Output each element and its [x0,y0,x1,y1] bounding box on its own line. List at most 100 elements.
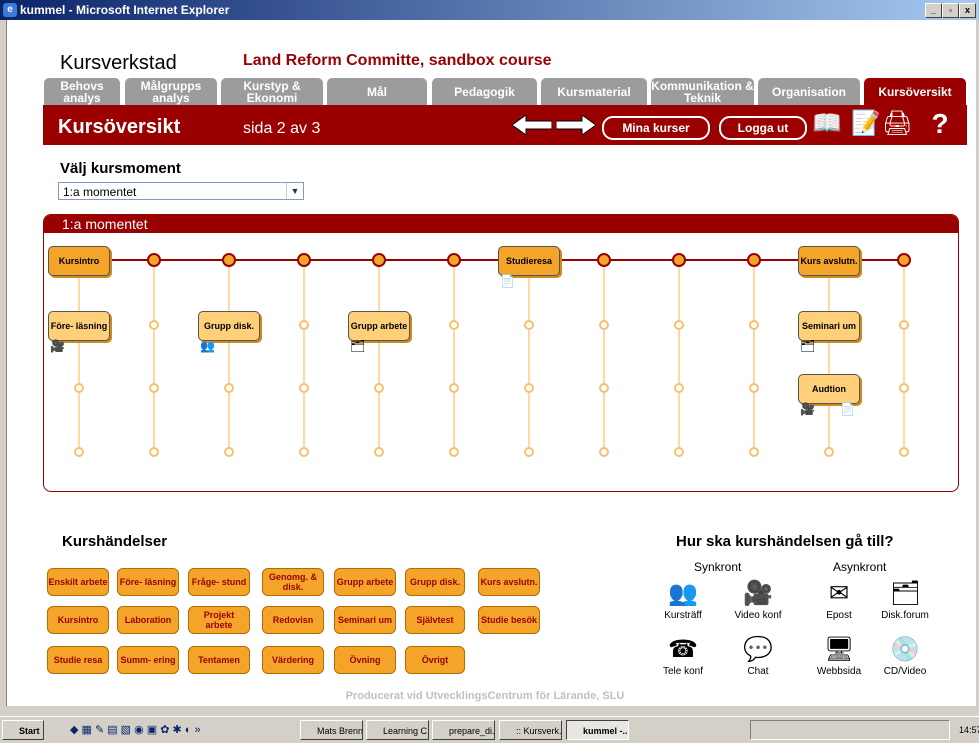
event-palette-button[interactable]: Projekt arbete [188,606,250,634]
forward-arrow-icon[interactable] [556,115,596,135]
event-palette-button[interactable]: Värdering [262,646,324,674]
timeline-event[interactable]: Seminari um [798,311,860,341]
media-option-label: CD/Video [883,666,927,677]
tab-7[interactable]: Kommunikation & Teknik [650,77,755,105]
media-option[interactable]: 🖥 Webbsida [809,636,869,677]
quick-launch-icons[interactable]: ◆ ▦ ✎ ▤ ▧ ◉ ▣ ✿ ✱ ◐ » [70,721,280,739]
event-palette-button[interactable]: Kurs avslutn. [478,568,540,596]
timeline-slot [149,320,159,330]
telephone-icon: ☎ [668,636,698,663]
event-palette-button[interactable]: Tentamen [188,646,250,674]
close-button[interactable]: x [959,3,976,18]
sync-label: Synkront [694,560,742,574]
timeline-slot [224,383,234,393]
page-indicator: sida 2 av 3 [243,120,321,137]
event-palette-button[interactable]: Övrigt [405,646,465,674]
event-palette-button[interactable]: Studie besök [478,606,540,634]
event-palette-button[interactable]: Seminari um [334,606,396,634]
cd-icon: 💿 [890,636,920,663]
media-option[interactable]: ✉ Epost [809,580,869,621]
my-courses-button[interactable]: Mina kurser [602,116,710,140]
timeline-node [672,253,686,267]
event-palette-button[interactable]: Enskilt arbete [47,568,109,596]
taskbar-item[interactable]: kummel -... [566,720,629,740]
event-palette-button[interactable]: Studie resa [47,646,109,674]
timeline-slot [374,383,384,393]
media-option[interactable]: 🗂 Disk.forum [875,580,935,621]
timeline-slot [899,383,909,393]
event-palette-button[interactable]: Kursintro [47,606,109,634]
event-palette-button[interactable]: Fråge- stund [188,568,250,596]
event-palette-button[interactable]: Övning [334,646,396,674]
moment-panel-header: 1:a momentet [44,215,958,233]
taskbar-item[interactable]: Mats Brenn... [300,720,363,740]
book-icon[interactable]: 📖 [812,110,842,138]
timeline-event[interactable]: Studieresa [498,246,560,276]
start-button[interactable]: Start [2,720,44,740]
timeline-slot [599,383,609,393]
timeline-event[interactable]: Grupp disk. [198,311,260,341]
tab-2[interactable]: Målgrupps analys [124,77,218,105]
tab-4[interactable]: Mål [326,77,428,105]
tab-1[interactable]: Behovs analys [43,77,121,105]
minimize-button[interactable]: _ [925,3,942,18]
timeline-slot [674,383,684,393]
document-icon: 📄 [840,402,855,416]
tab-8[interactable]: Organisation [757,77,861,105]
timeline-slot [674,320,684,330]
moment-panel: 1:a momentet Kursintro Studieresa 📄 Kurs av… [43,214,959,492]
moment-select-value: 1:a momentet [63,185,137,199]
event-palette-button[interactable]: Redovisn [262,606,324,634]
event-palette-button[interactable]: Genomg. & disk. [262,568,324,596]
notes-icon[interactable]: 📝 [851,110,881,138]
taskbar-item[interactable]: :: Kursverk... [499,720,562,740]
moment-select-label: Välj kursmoment [60,160,181,177]
media-option[interactable]: 🎥 Video konf [728,580,788,621]
timeline-slot [899,447,909,457]
media-option-label: Webbsida [816,666,862,677]
media-option[interactable]: 👥 Kursträff [653,580,713,621]
media-option[interactable]: ☎ Tele konf [653,636,713,677]
timeline-slot [224,447,234,457]
event-palette-button[interactable]: Före- läsning [117,568,179,596]
timeline-slot [449,447,459,457]
tab-9[interactable]: Kursöversikt [863,77,967,105]
taskbar-item[interactable]: prepare_di... [432,720,495,740]
event-palette-button[interactable]: Grupp disk. [405,568,465,596]
tab-6[interactable]: Kursmaterial [540,77,648,105]
timeline-event[interactable]: Före- läsning [48,311,110,341]
printer-icon[interactable]: 🖨 [882,110,912,138]
timeline-slot [899,320,909,330]
chevron-down-icon[interactable]: ▼ [286,183,303,199]
media-option[interactable]: 💬 Chat [728,636,788,677]
timeline-event[interactable]: Grupp arbete [348,311,410,341]
tab-3[interactable]: Kurstyp & Ekonomi [220,77,324,105]
site-title: Kursverkstad [60,52,177,74]
timeline-slot [74,447,84,457]
timeline-event[interactable]: Audtion [798,374,860,404]
media-option-label: Video konf [734,610,782,621]
how-title: Hur ska kurshändelsen gå till? [676,533,894,550]
media-option-label: Kursträff [664,610,702,621]
event-palette-button[interactable]: Självtest [405,606,465,634]
tab-5[interactable]: Pedagogik [431,77,538,105]
event-palette-button[interactable]: Grupp arbete [334,568,396,596]
timeline-event[interactable]: Kursintro [48,246,110,276]
taskbar-item[interactable]: Learning C... [366,720,429,740]
media-option-label: Epost [826,610,852,621]
timeline-slot [599,320,609,330]
webpage-icon: 🖥 [824,636,855,663]
help-icon[interactable]: ? [925,110,955,138]
forum-icon: 🗂 [800,339,816,353]
timeline-event[interactable]: Kurs avslutn. [798,246,860,276]
back-arrow-icon[interactable] [512,115,552,135]
event-palette-button[interactable]: Summ- ering [117,646,179,674]
media-option[interactable]: 💿 CD/Video [875,636,935,677]
maximize-button[interactable]: ▫ [942,3,959,18]
meeting-icon: 👥 [668,580,698,607]
timeline-slot [824,447,834,457]
moment-select[interactable]: 1:a momentet ▼ [58,182,304,200]
timeline-slot [524,383,534,393]
logout-button[interactable]: Logga ut [719,116,807,140]
event-palette-button[interactable]: Laboration [117,606,179,634]
